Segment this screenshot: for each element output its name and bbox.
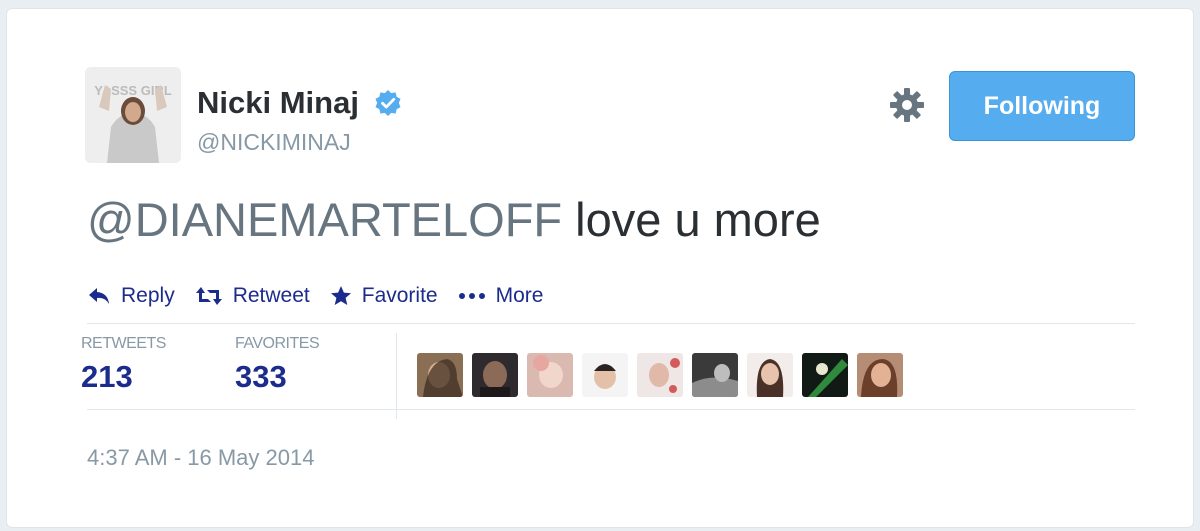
tweet-card: YASSS GIRL Nicki Minaj @NICKIMINAJ Follo… — [6, 8, 1194, 528]
favorite-label: Favorite — [361, 284, 438, 307]
favorites-stat[interactable]: FAVORITES 333 — [235, 335, 320, 395]
tweet-actions: Reply Retweet Favorite More — [87, 281, 563, 311]
retweets-count: 213 — [81, 359, 133, 394]
favorited-by-avatars — [417, 353, 912, 397]
divider — [87, 323, 1135, 324]
favorites-count: 333 — [235, 359, 287, 394]
favoriter-avatar[interactable] — [637, 353, 683, 397]
divider — [87, 409, 1135, 410]
favoriter-avatar[interactable] — [692, 353, 738, 397]
retweets-stat[interactable]: RETWEETS 213 — [81, 335, 166, 395]
favoriter-avatar[interactable] — [582, 353, 628, 397]
favoriter-avatar[interactable] — [747, 353, 793, 397]
favoriter-avatar[interactable] — [802, 353, 848, 397]
verified-badge-icon — [375, 90, 401, 116]
reply-label: Reply — [121, 284, 175, 307]
tweet-mention-link[interactable]: @DIANEMARTELOFF — [87, 193, 562, 246]
retweets-label: RETWEETS — [81, 335, 166, 352]
retweet-action[interactable]: Retweet — [195, 284, 310, 308]
star-icon — [330, 286, 351, 305]
reply-action[interactable]: Reply — [87, 284, 175, 308]
following-button[interactable]: Following — [949, 71, 1135, 141]
favoriter-avatar[interactable] — [527, 353, 573, 397]
retweet-icon — [195, 287, 222, 305]
favorite-action[interactable]: Favorite — [330, 284, 438, 308]
tweet-body: love u more — [562, 193, 821, 246]
avatar-image: YASSS GIRL — [85, 67, 181, 163]
reply-icon — [89, 288, 109, 304]
favoriter-avatar[interactable] — [857, 353, 903, 397]
retweet-label: Retweet — [232, 284, 310, 307]
more-label: More — [495, 284, 544, 307]
stats-divider — [396, 333, 397, 419]
tweet-timestamp[interactable]: 4:37 AM - 16 May 2014 — [87, 445, 314, 471]
more-dots-icon — [458, 293, 485, 299]
favoriter-avatar[interactable] — [417, 353, 463, 397]
avatar[interactable]: YASSS GIRL — [85, 67, 181, 163]
gear-icon[interactable] — [889, 87, 925, 123]
more-action[interactable]: More — [458, 284, 544, 308]
author-name[interactable]: Nicki Minaj — [197, 85, 359, 121]
favoriter-avatar[interactable] — [472, 353, 518, 397]
tweet-text: @DIANEMARTELOFF love u more — [87, 191, 821, 249]
author-handle[interactable]: @NICKIMINAJ — [197, 129, 351, 156]
favorites-label: FAVORITES — [235, 335, 320, 352]
